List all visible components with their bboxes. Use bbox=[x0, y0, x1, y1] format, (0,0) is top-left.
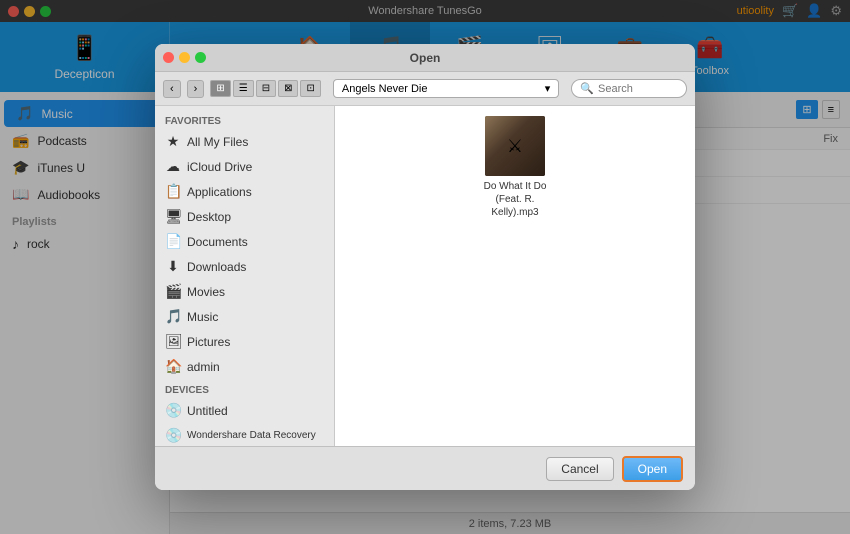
wondershare-label: Wondershare Data Recovery bbox=[187, 430, 316, 441]
file-thumb-name: Do What It Do(Feat. R. Kelly).mp3 bbox=[475, 180, 555, 219]
icon-view-button[interactable]: ⊞ bbox=[210, 80, 230, 97]
modal-content-area: ⚔ Do What It Do(Feat. R. Kelly).mp3 bbox=[335, 106, 695, 446]
file-thumbnail[interactable]: ⚔ Do What It Do(Feat. R. Kelly).mp3 bbox=[475, 116, 555, 219]
list-view-button-modal[interactable]: ☰ bbox=[233, 80, 254, 97]
downloads-icon: ⬇ bbox=[165, 258, 181, 275]
sidebar-desktop[interactable]: 🖥 Desktop bbox=[155, 204, 334, 229]
sidebar-pictures[interactable]: 🖼 Pictures bbox=[155, 329, 334, 354]
music-folder-label: Music bbox=[187, 310, 218, 324]
back-button[interactable]: ‹ bbox=[163, 80, 181, 98]
disk-icon: 💿 bbox=[165, 402, 181, 419]
open-button[interactable]: Open bbox=[622, 456, 683, 482]
admin-label: admin bbox=[187, 360, 220, 374]
desktop-icon: 🖥 bbox=[165, 208, 181, 225]
modal-toolbar: ‹ › ⊞ ☰ ⊟ ⊠ ⊡ Angels Never Die ▾ 🔍 bbox=[155, 72, 695, 106]
pictures-icon: 🖼 bbox=[165, 333, 181, 350]
sidebar-untitled[interactable]: 💿 Untitled bbox=[155, 398, 334, 423]
wondershare-disk-icon: 💿 bbox=[165, 427, 181, 444]
devices-section-title: Devices bbox=[155, 379, 334, 398]
sidebar-applications[interactable]: 📋 Applications bbox=[155, 179, 334, 204]
modal-maximize-button[interactable] bbox=[195, 52, 206, 63]
music-folder-icon: 🎵 bbox=[165, 308, 181, 325]
icloud-drive-label: iCloud Drive bbox=[187, 160, 252, 174]
sidebar-admin[interactable]: 🏠 admin bbox=[155, 354, 334, 379]
search-box: 🔍 bbox=[571, 79, 687, 98]
modal-view-buttons: ⊞ ☰ ⊟ ⊠ ⊡ bbox=[210, 80, 321, 97]
untitled-label: Untitled bbox=[187, 404, 228, 418]
modal-close-button[interactable] bbox=[163, 52, 174, 63]
sidebar-all-my-files[interactable]: ★ All My Files bbox=[155, 129, 334, 154]
movies-label: Movies bbox=[187, 285, 225, 299]
modal-minimize-button[interactable] bbox=[179, 52, 190, 63]
sidebar-documents[interactable]: 📄 Documents bbox=[155, 229, 334, 254]
album-art: ⚔ bbox=[485, 116, 545, 176]
star-icon: ★ bbox=[165, 133, 181, 150]
modal-traffic-lights bbox=[163, 52, 206, 63]
modal-footer: Cancel Open bbox=[155, 446, 695, 490]
search-input[interactable] bbox=[598, 83, 678, 95]
location-text: Angels Never Die bbox=[342, 83, 428, 95]
sidebar-icloud-drive[interactable]: ☁ iCloud Drive bbox=[155, 154, 334, 179]
applications-label: Applications bbox=[187, 185, 252, 199]
modal-title: Open bbox=[410, 51, 441, 65]
cancel-button[interactable]: Cancel bbox=[546, 457, 613, 481]
favorites-section-title: Favorites bbox=[155, 110, 334, 129]
modal-sidebar: Favorites ★ All My Files ☁ iCloud Drive … bbox=[155, 106, 335, 446]
gallery-view-button[interactable]: ⊡ bbox=[300, 80, 320, 97]
documents-icon: 📄 bbox=[165, 233, 181, 250]
forward-button[interactable]: › bbox=[187, 80, 205, 98]
cover-view-button[interactable]: ⊠ bbox=[278, 80, 298, 97]
sidebar-movies[interactable]: 🎬 Movies bbox=[155, 279, 334, 304]
search-icon: 🔍 bbox=[580, 82, 594, 95]
admin-icon: 🏠 bbox=[165, 358, 181, 375]
sidebar-music[interactable]: 🎵 Music bbox=[155, 304, 334, 329]
location-bar[interactable]: Angels Never Die ▾ bbox=[333, 79, 559, 98]
pictures-label: Pictures bbox=[187, 335, 230, 349]
all-my-files-label: All My Files bbox=[187, 135, 248, 149]
sidebar-downloads[interactable]: ⬇ Downloads bbox=[155, 254, 334, 279]
desktop-label: Desktop bbox=[187, 210, 231, 224]
column-view-button[interactable]: ⊟ bbox=[256, 80, 276, 97]
open-dialog: Open ‹ › ⊞ ☰ ⊟ ⊠ ⊡ Angels Never Die ▾ 🔍 bbox=[155, 44, 695, 490]
chevron-down-icon: ▾ bbox=[545, 82, 551, 95]
modal-overlay: Open ‹ › ⊞ ☰ ⊟ ⊠ ⊡ Angels Never Die ▾ 🔍 bbox=[0, 0, 850, 534]
documents-label: Documents bbox=[187, 235, 248, 249]
modal-titlebar: Open bbox=[155, 44, 695, 72]
downloads-label: Downloads bbox=[187, 260, 246, 274]
applications-icon: 📋 bbox=[165, 183, 181, 200]
sidebar-wondershare[interactable]: 💿 Wondershare Data Recovery bbox=[155, 423, 334, 446]
modal-body: Favorites ★ All My Files ☁ iCloud Drive … bbox=[155, 106, 695, 446]
movies-icon: 🎬 bbox=[165, 283, 181, 300]
cloud-icon: ☁ bbox=[165, 158, 181, 175]
